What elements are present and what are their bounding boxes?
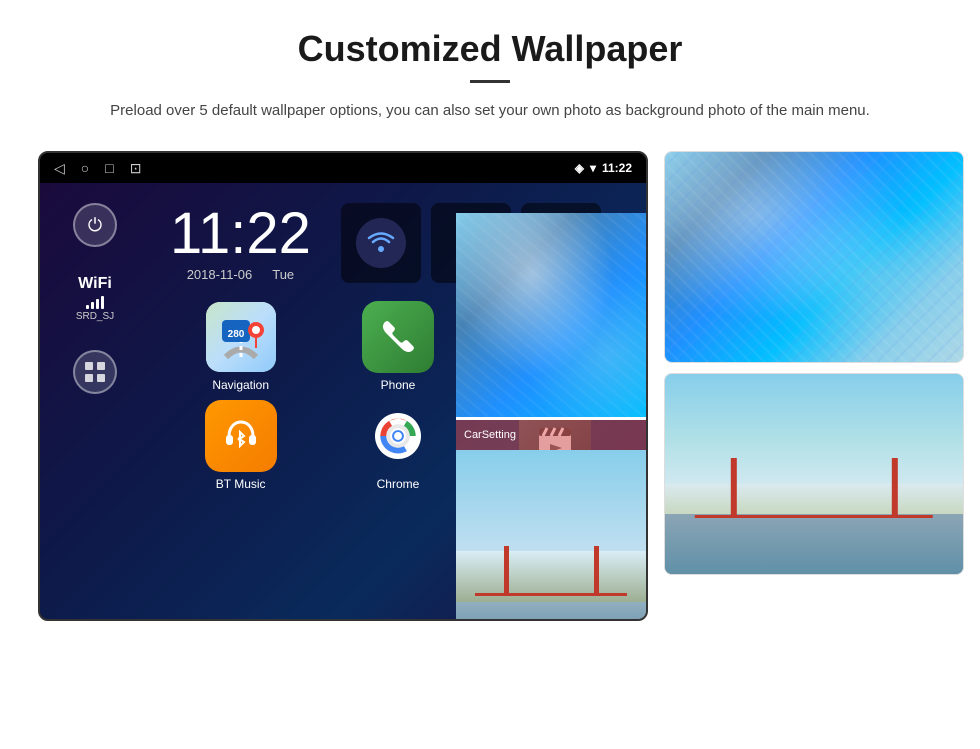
- bt-music-label: BT Music: [216, 477, 266, 491]
- wifi-bar-2: [91, 302, 94, 309]
- location-icon: ◈: [575, 161, 584, 175]
- bridge-tower-left: [731, 458, 737, 518]
- bridge-wallpaper-preview-device: [456, 450, 646, 622]
- wifi-shortcut[interactable]: [341, 203, 421, 283]
- status-right: ◈ ▾ 11:22: [575, 161, 632, 175]
- screenshot-button[interactable]: ⊡: [130, 160, 142, 177]
- status-time: 11:22: [602, 161, 632, 175]
- wifi-status-icon: ▾: [590, 161, 596, 175]
- page-description: Preload over 5 default wallpaper options…: [100, 99, 880, 123]
- bridge-wallpaper-image: [665, 374, 963, 574]
- ice-texture: [456, 213, 646, 417]
- bridge-structure: [695, 515, 933, 518]
- wifi-signal-bars: [86, 295, 104, 309]
- car-setting-label: CarSetting: [464, 429, 516, 441]
- bt-music-icon-svg: [219, 414, 263, 458]
- page-title: Customized Wallpaper: [60, 28, 920, 70]
- apps-drawer-button[interactable]: [73, 350, 117, 394]
- ice-wallpaper: [664, 151, 964, 363]
- bridge-sky-layer: [665, 374, 963, 484]
- ice-wallpaper-image: [665, 152, 963, 362]
- clock-date: 2018-11-06 Tue: [187, 267, 294, 282]
- wifi-bar-1: [86, 305, 89, 309]
- back-button[interactable]: ◁: [54, 160, 65, 177]
- wallpaper-previews: [664, 151, 964, 575]
- app-item-chrome[interactable]: Chrome: [323, 400, 472, 491]
- recents-button[interactable]: □: [105, 160, 113, 176]
- svg-text:280: 280: [227, 329, 244, 340]
- bridge-sky: [456, 450, 646, 552]
- power-button[interactable]: ⏻: [73, 203, 117, 247]
- device-wallpaper-overlay: CarSetting: [456, 213, 646, 621]
- wifi-bar-3: [96, 299, 99, 309]
- page-header: Customized Wallpaper Preload over 5 defa…: [0, 0, 980, 141]
- clock-time: 11:22: [170, 205, 311, 263]
- app-item-bt-music[interactable]: BT Music: [166, 400, 315, 491]
- bridge-tower-right: [891, 458, 897, 518]
- wifi-wave-icon: [363, 225, 399, 261]
- status-bar: ◁ ○ □ ⊡ ◈ ▾ 11:22: [40, 153, 646, 183]
- bridge-wallpaper: [664, 373, 964, 575]
- wifi-info: WiFi SRD_SJ: [76, 275, 114, 322]
- grid-icon: [84, 361, 106, 383]
- chrome-label: Chrome: [377, 477, 420, 491]
- bt-music-icon: [205, 400, 277, 472]
- app-item-phone[interactable]: Phone: [323, 301, 472, 392]
- maps-icon-svg: 280: [206, 302, 276, 372]
- title-divider: [470, 80, 510, 83]
- bridge-tower-right: [594, 546, 599, 596]
- phone-label: Phone: [381, 378, 416, 392]
- wifi-bar-4: [101, 296, 104, 309]
- wifi-label: WiFi: [78, 275, 112, 293]
- navigation-label: Navigation: [212, 378, 269, 392]
- android-screen: ⏻ WiFi SRD_SJ: [40, 183, 646, 621]
- chrome-icon: [362, 400, 434, 472]
- bridge-water: [456, 602, 646, 621]
- nav-buttons: ◁ ○ □ ⊡: [54, 160, 141, 177]
- wifi-ssid: SRD_SJ: [76, 311, 114, 322]
- bridge-deck: [475, 593, 627, 596]
- ice-wallpaper-preview-device: [456, 213, 646, 417]
- wifi-icon-circle: [356, 218, 406, 268]
- car-setting-bar: CarSetting: [456, 420, 646, 450]
- home-button[interactable]: ○: [81, 160, 89, 176]
- phone-icon-svg: [377, 316, 419, 358]
- bridge-water-layer: [665, 514, 963, 574]
- clock-widget: 11:22 2018-11-06 Tue: [170, 205, 311, 282]
- app-item-navigation[interactable]: 280 Navigation: [166, 301, 315, 392]
- ice-texture-overlay: [665, 152, 963, 362]
- navigation-icon: 280: [205, 301, 277, 373]
- chrome-icon-svg: [375, 413, 421, 459]
- left-sidebar: ⏻ WiFi SRD_SJ: [40, 183, 150, 621]
- bridge-tower-left: [504, 546, 509, 596]
- device-mockup: ◁ ○ □ ⊡ ◈ ▾ 11:22 ⏻ WiFi: [38, 151, 648, 621]
- day-value: Tue: [272, 267, 294, 282]
- date-value: 2018-11-06: [187, 267, 253, 282]
- phone-icon: [362, 301, 434, 373]
- main-content: ◁ ○ □ ⊡ ◈ ▾ 11:22 ⏻ WiFi: [0, 141, 980, 621]
